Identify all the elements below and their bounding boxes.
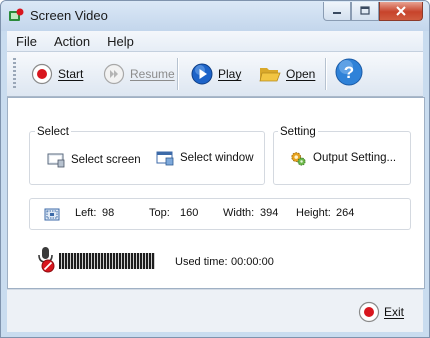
setting-group-title: Setting	[278, 126, 318, 138]
window-controls	[323, 2, 423, 21]
output-setting-label: Output Setting...	[313, 152, 397, 164]
height-label: Height:	[296, 207, 331, 219]
select-screen-label: Select screen	[71, 154, 141, 166]
exit-button[interactable]: Exit	[358, 301, 404, 323]
audio-level-meter	[59, 253, 155, 269]
toolbar-separator	[325, 58, 326, 90]
toolbar-separator	[177, 58, 178, 90]
gear-icon	[291, 152, 306, 166]
select-screen-button[interactable]: Select screen	[47, 152, 141, 168]
width-label: Width:	[223, 207, 255, 219]
record-icon	[31, 63, 53, 85]
play-button[interactable]: Play	[191, 62, 241, 86]
toolbar: Start Resume Play Open ?	[7, 51, 423, 97]
window-icon	[156, 151, 174, 166]
exit-label: Exit	[384, 305, 405, 319]
top-value: 160	[180, 207, 199, 219]
help-button[interactable]: ?	[335, 58, 363, 86]
svg-text:?: ?	[344, 63, 354, 82]
menu-file[interactable]: File	[7, 34, 45, 49]
minimize-button[interactable]	[323, 2, 351, 21]
maximize-icon	[360, 6, 370, 15]
output-setting-button[interactable]: Output Setting...	[289, 150, 396, 166]
microphone-muted-icon[interactable]	[35, 245, 57, 273]
play-label: Play	[218, 67, 242, 81]
exit-record-icon	[358, 301, 380, 323]
left-value: 98	[102, 207, 115, 219]
open-button[interactable]: Open	[259, 62, 315, 86]
screen-icon	[47, 153, 65, 168]
select-group-title: Select	[35, 126, 71, 138]
open-label: Open	[286, 67, 316, 81]
menu-action[interactable]: Action	[45, 34, 98, 49]
minimize-icon	[333, 12, 341, 14]
window-title: Screen Video	[30, 8, 108, 23]
play-icon	[191, 63, 213, 85]
width-value: 394	[260, 207, 279, 219]
folder-open-icon	[259, 68, 281, 82]
resume-icon	[103, 63, 125, 85]
help-icon: ?	[335, 58, 363, 86]
region-icon	[44, 208, 60, 221]
maximize-button[interactable]	[351, 2, 379, 21]
toolbar-grip[interactable]	[13, 58, 16, 90]
height-value: 264	[336, 207, 355, 219]
start-label: Start	[58, 67, 84, 81]
start-button[interactable]: Start	[31, 62, 83, 86]
select-window-label: Select window	[180, 152, 254, 164]
app-window: Screen Video File Action Help Start Resu…	[0, 0, 430, 338]
left-label: Left:	[75, 207, 97, 219]
menu-bar: File Action Help	[7, 31, 423, 51]
select-window-button[interactable]: Select window	[156, 150, 254, 166]
close-button[interactable]	[379, 2, 423, 21]
menu-help[interactable]: Help	[98, 34, 142, 49]
title-bar[interactable]: Screen Video	[1, 1, 429, 31]
resume-label: Resume	[130, 67, 175, 81]
used-time-label: Used time:	[175, 256, 228, 268]
app-icon	[9, 8, 24, 21]
resume-button[interactable]: Resume	[103, 62, 175, 86]
used-time-value: 00:00:00	[231, 256, 274, 268]
close-icon	[396, 6, 406, 16]
top-label: Top:	[149, 207, 170, 219]
